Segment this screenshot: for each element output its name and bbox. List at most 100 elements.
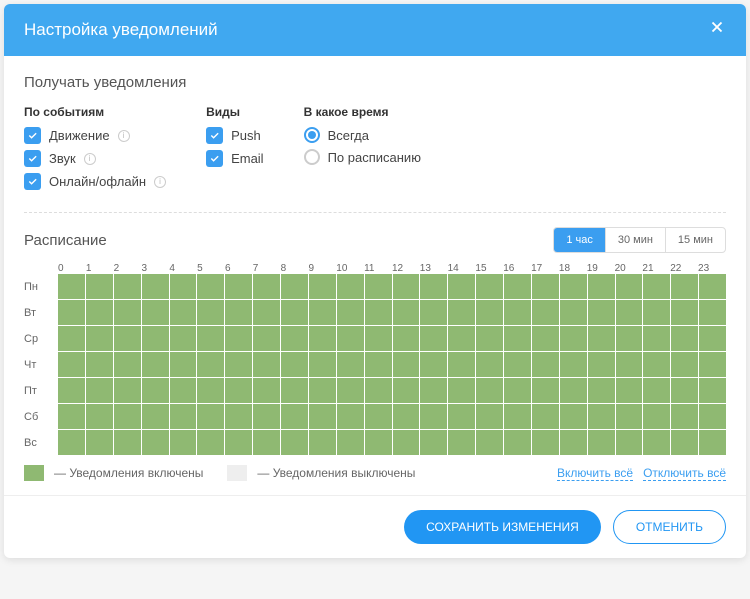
- info-icon[interactable]: i: [118, 130, 130, 142]
- schedule-cell[interactable]: [643, 300, 670, 325]
- schedule-cell[interactable]: [365, 378, 392, 403]
- schedule-cell[interactable]: [170, 378, 197, 403]
- schedule-cell[interactable]: [225, 300, 252, 325]
- schedule-cell[interactable]: [699, 404, 726, 429]
- schedule-cell[interactable]: [197, 300, 224, 325]
- schedule-cell[interactable]: [170, 274, 197, 299]
- schedule-cell[interactable]: [476, 326, 503, 351]
- schedule-cell[interactable]: [699, 274, 726, 299]
- close-icon[interactable]: [708, 18, 726, 42]
- schedule-cell[interactable]: [671, 430, 698, 455]
- schedule-cell[interactable]: [504, 326, 531, 351]
- schedule-cell[interactable]: [114, 352, 141, 377]
- schedule-cell[interactable]: [504, 378, 531, 403]
- info-icon[interactable]: i: [84, 153, 96, 165]
- schedule-cell[interactable]: [699, 378, 726, 403]
- schedule-cell[interactable]: [671, 274, 698, 299]
- schedule-cell[interactable]: [643, 352, 670, 377]
- schedule-cell[interactable]: [197, 326, 224, 351]
- schedule-cell[interactable]: [253, 430, 280, 455]
- schedule-cell[interactable]: [114, 404, 141, 429]
- schedule-cell[interactable]: [58, 378, 85, 403]
- schedule-cell[interactable]: [616, 430, 643, 455]
- schedule-cell[interactable]: [281, 430, 308, 455]
- schedule-cell[interactable]: [114, 326, 141, 351]
- schedule-cell[interactable]: [420, 430, 447, 455]
- schedule-cell[interactable]: [309, 430, 336, 455]
- schedule-cell[interactable]: [616, 274, 643, 299]
- schedule-cell[interactable]: [671, 326, 698, 351]
- schedule-cell[interactable]: [114, 430, 141, 455]
- schedule-cell[interactable]: [197, 430, 224, 455]
- schedule-cell[interactable]: [448, 430, 475, 455]
- schedule-cell[interactable]: [560, 378, 587, 403]
- schedule-cell[interactable]: [699, 430, 726, 455]
- schedule-cell[interactable]: [560, 326, 587, 351]
- schedule-cell[interactable]: [588, 326, 615, 351]
- cancel-button[interactable]: ОТМЕНИТЬ: [613, 510, 726, 544]
- schedule-cell[interactable]: [309, 378, 336, 403]
- schedule-cell[interactable]: [504, 404, 531, 429]
- schedule-cell[interactable]: [448, 300, 475, 325]
- schedule-cell[interactable]: [253, 300, 280, 325]
- schedule-cell[interactable]: [114, 378, 141, 403]
- schedule-cell[interactable]: [393, 378, 420, 403]
- schedule-cell[interactable]: [671, 300, 698, 325]
- interval-btn-0[interactable]: 1 час: [554, 228, 605, 252]
- schedule-cell[interactable]: [616, 300, 643, 325]
- schedule-cell[interactable]: [643, 378, 670, 403]
- schedule-cell[interactable]: [197, 404, 224, 429]
- schedule-cell[interactable]: [671, 378, 698, 403]
- schedule-cell[interactable]: [337, 404, 364, 429]
- schedule-cell[interactable]: [504, 352, 531, 377]
- schedule-cell[interactable]: [225, 274, 252, 299]
- event-checkbox-0[interactable]: Движениеi: [24, 127, 166, 144]
- schedule-cell[interactable]: [281, 300, 308, 325]
- schedule-cell[interactable]: [114, 300, 141, 325]
- schedule-cell[interactable]: [225, 378, 252, 403]
- schedule-cell[interactable]: [170, 326, 197, 351]
- schedule-cell[interactable]: [393, 300, 420, 325]
- schedule-cell[interactable]: [532, 404, 559, 429]
- schedule-cell[interactable]: [560, 404, 587, 429]
- schedule-cell[interactable]: [86, 430, 113, 455]
- schedule-cell[interactable]: [560, 300, 587, 325]
- schedule-cell[interactable]: [532, 274, 559, 299]
- schedule-cell[interactable]: [309, 404, 336, 429]
- schedule-cell[interactable]: [699, 352, 726, 377]
- schedule-cell[interactable]: [225, 430, 252, 455]
- schedule-cell[interactable]: [448, 326, 475, 351]
- schedule-cell[interactable]: [588, 352, 615, 377]
- schedule-cell[interactable]: [699, 326, 726, 351]
- schedule-cell[interactable]: [142, 300, 169, 325]
- schedule-cell[interactable]: [281, 378, 308, 403]
- schedule-cell[interactable]: [225, 404, 252, 429]
- schedule-cell[interactable]: [86, 378, 113, 403]
- type-checkbox-1[interactable]: Email: [206, 150, 264, 167]
- schedule-cell[interactable]: [170, 300, 197, 325]
- schedule-cell[interactable]: [253, 326, 280, 351]
- schedule-cell[interactable]: [365, 430, 392, 455]
- schedule-cell[interactable]: [448, 274, 475, 299]
- interval-btn-1[interactable]: 30 мин: [605, 228, 665, 252]
- schedule-cell[interactable]: [197, 274, 224, 299]
- schedule-cell[interactable]: [170, 430, 197, 455]
- save-button[interactable]: СОХРАНИТЬ ИЗМЕНЕНИЯ: [404, 510, 601, 544]
- enable-all-link[interactable]: Включить всё: [557, 466, 633, 481]
- schedule-cell[interactable]: [170, 404, 197, 429]
- schedule-cell[interactable]: [476, 352, 503, 377]
- schedule-cell[interactable]: [114, 274, 141, 299]
- schedule-cell[interactable]: [197, 352, 224, 377]
- schedule-cell[interactable]: [616, 404, 643, 429]
- schedule-cell[interactable]: [393, 404, 420, 429]
- schedule-cell[interactable]: [448, 378, 475, 403]
- schedule-cell[interactable]: [58, 326, 85, 351]
- schedule-cell[interactable]: [365, 404, 392, 429]
- schedule-cell[interactable]: [142, 430, 169, 455]
- schedule-cell[interactable]: [365, 300, 392, 325]
- schedule-cell[interactable]: [337, 300, 364, 325]
- schedule-cell[interactable]: [420, 300, 447, 325]
- schedule-cell[interactable]: [281, 274, 308, 299]
- schedule-cell[interactable]: [142, 326, 169, 351]
- schedule-cell[interactable]: [58, 352, 85, 377]
